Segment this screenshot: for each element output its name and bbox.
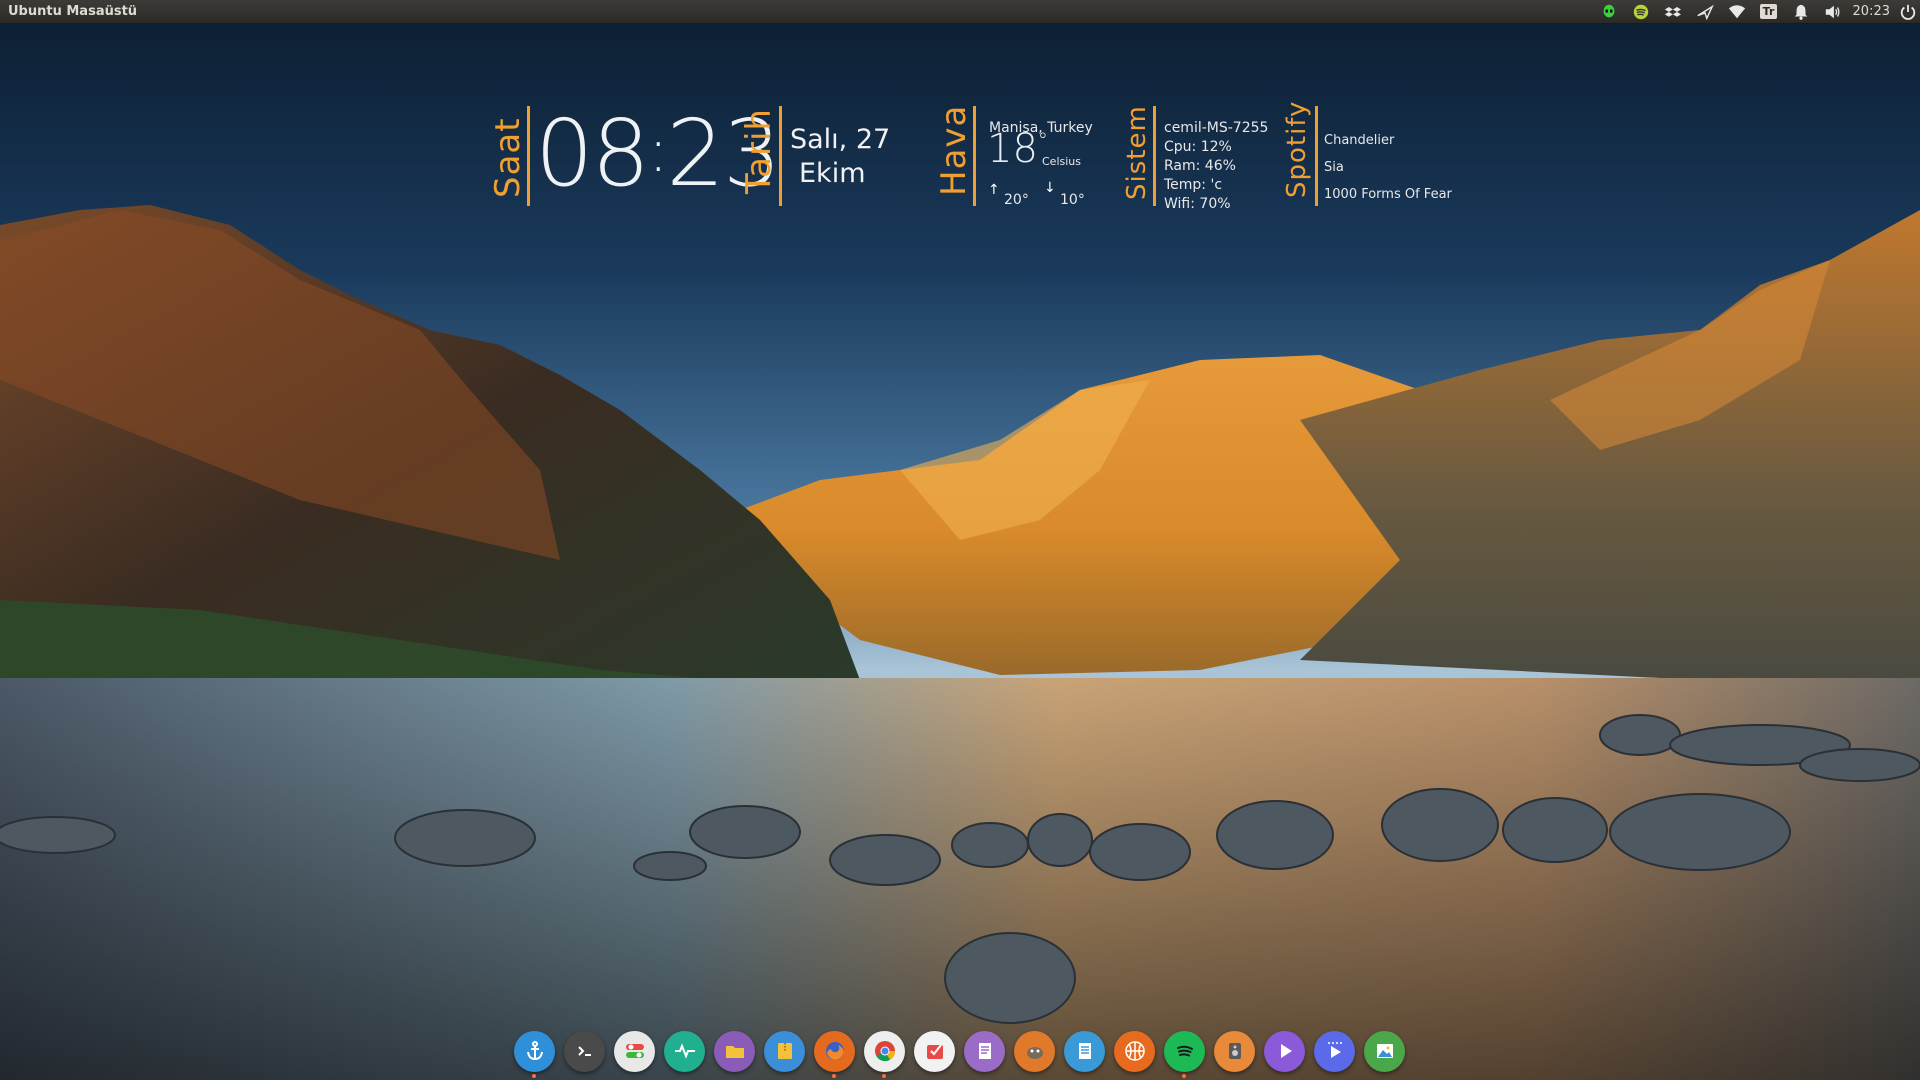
settings-toggle-icon[interactable]	[614, 1030, 655, 1072]
weather-unit: Celsius	[1042, 155, 1081, 168]
spotify-track: Chandelier	[1324, 133, 1395, 148]
image-viewer-icon[interactable]	[1364, 1030, 1405, 1072]
date-month: Ekim	[799, 158, 866, 189]
date-day: Salı, 27	[790, 124, 891, 155]
spotify-artist: Sia	[1324, 160, 1344, 175]
chrome-icon[interactable]	[864, 1030, 905, 1078]
panel-clock[interactable]: 20:23	[1849, 4, 1896, 19]
text-editor-icon[interactable]	[964, 1030, 1005, 1072]
anchor-icon[interactable]	[514, 1030, 555, 1078]
spotify-icon[interactable]	[1164, 1030, 1205, 1078]
system-divider	[1153, 106, 1156, 206]
wifi-icon[interactable]	[1721, 0, 1753, 24]
clock-divider	[527, 106, 530, 206]
alien-icon[interactable]	[1593, 0, 1625, 24]
date-divider	[779, 106, 782, 206]
system-ram: Ram: 46%	[1164, 158, 1236, 174]
keyboard-layout-label: Tr	[1759, 4, 1778, 19]
desktop-title: Ubuntu Masaüstü	[8, 4, 138, 19]
system-widget-label: Sistem	[1122, 105, 1152, 200]
weather-widget-label: Hava	[934, 104, 974, 196]
system-hostname: cemil-MS-7255	[1164, 120, 1269, 136]
system-tray: Tr 20:23	[1593, 0, 1920, 24]
video-player-icon[interactable]	[1314, 1030, 1355, 1072]
system-cpu: Cpu: 12%	[1164, 139, 1232, 155]
spotify-icon[interactable]	[1625, 0, 1657, 24]
system-wifi: Wifi: 70%	[1164, 196, 1231, 212]
dock	[514, 1026, 1405, 1078]
weather-divider	[973, 106, 976, 206]
weather-temperature: 18°	[987, 126, 1048, 172]
document-viewer-icon[interactable]	[1064, 1030, 1105, 1072]
keyboard-layout-icon[interactable]: Tr	[1753, 0, 1785, 24]
weather-low: 10°	[1060, 192, 1085, 208]
media-player-icon[interactable]	[1264, 1030, 1305, 1072]
power-icon[interactable]	[1896, 0, 1920, 24]
terminal-icon[interactable]	[564, 1030, 605, 1072]
weather-high: 20°	[1004, 192, 1029, 208]
system-temp: Temp: 'c	[1164, 177, 1223, 193]
music-player-icon[interactable]	[1214, 1030, 1255, 1072]
firefox-icon[interactable]	[814, 1030, 855, 1078]
arrow-down-icon: ↓	[1044, 180, 1056, 196]
archive-icon[interactable]	[764, 1030, 805, 1072]
spotify-divider	[1315, 106, 1318, 206]
system-monitor-icon[interactable]	[664, 1030, 705, 1072]
top-panel: Ubuntu Masaüstü Tr 20:23	[0, 0, 1920, 24]
arrow-up-icon: ↑	[988, 182, 1000, 198]
date-widget-label: Tarih	[739, 108, 779, 194]
files-icon[interactable]	[714, 1030, 755, 1072]
bell-icon[interactable]	[1785, 0, 1817, 24]
dropbox-icon[interactable]	[1657, 0, 1689, 24]
basketball-icon[interactable]	[1114, 1030, 1155, 1072]
clock-widget-label: Saat	[488, 117, 528, 198]
spotify-widget-label: Spotify	[1282, 100, 1312, 198]
plane-icon[interactable]	[1689, 0, 1721, 24]
todo-icon[interactable]	[914, 1030, 955, 1072]
volume-icon[interactable]	[1817, 0, 1849, 24]
spotify-album: 1000 Forms Of Fear	[1324, 187, 1452, 202]
gimp-icon[interactable]	[1014, 1030, 1055, 1072]
clock-hours: 08	[535, 100, 650, 207]
